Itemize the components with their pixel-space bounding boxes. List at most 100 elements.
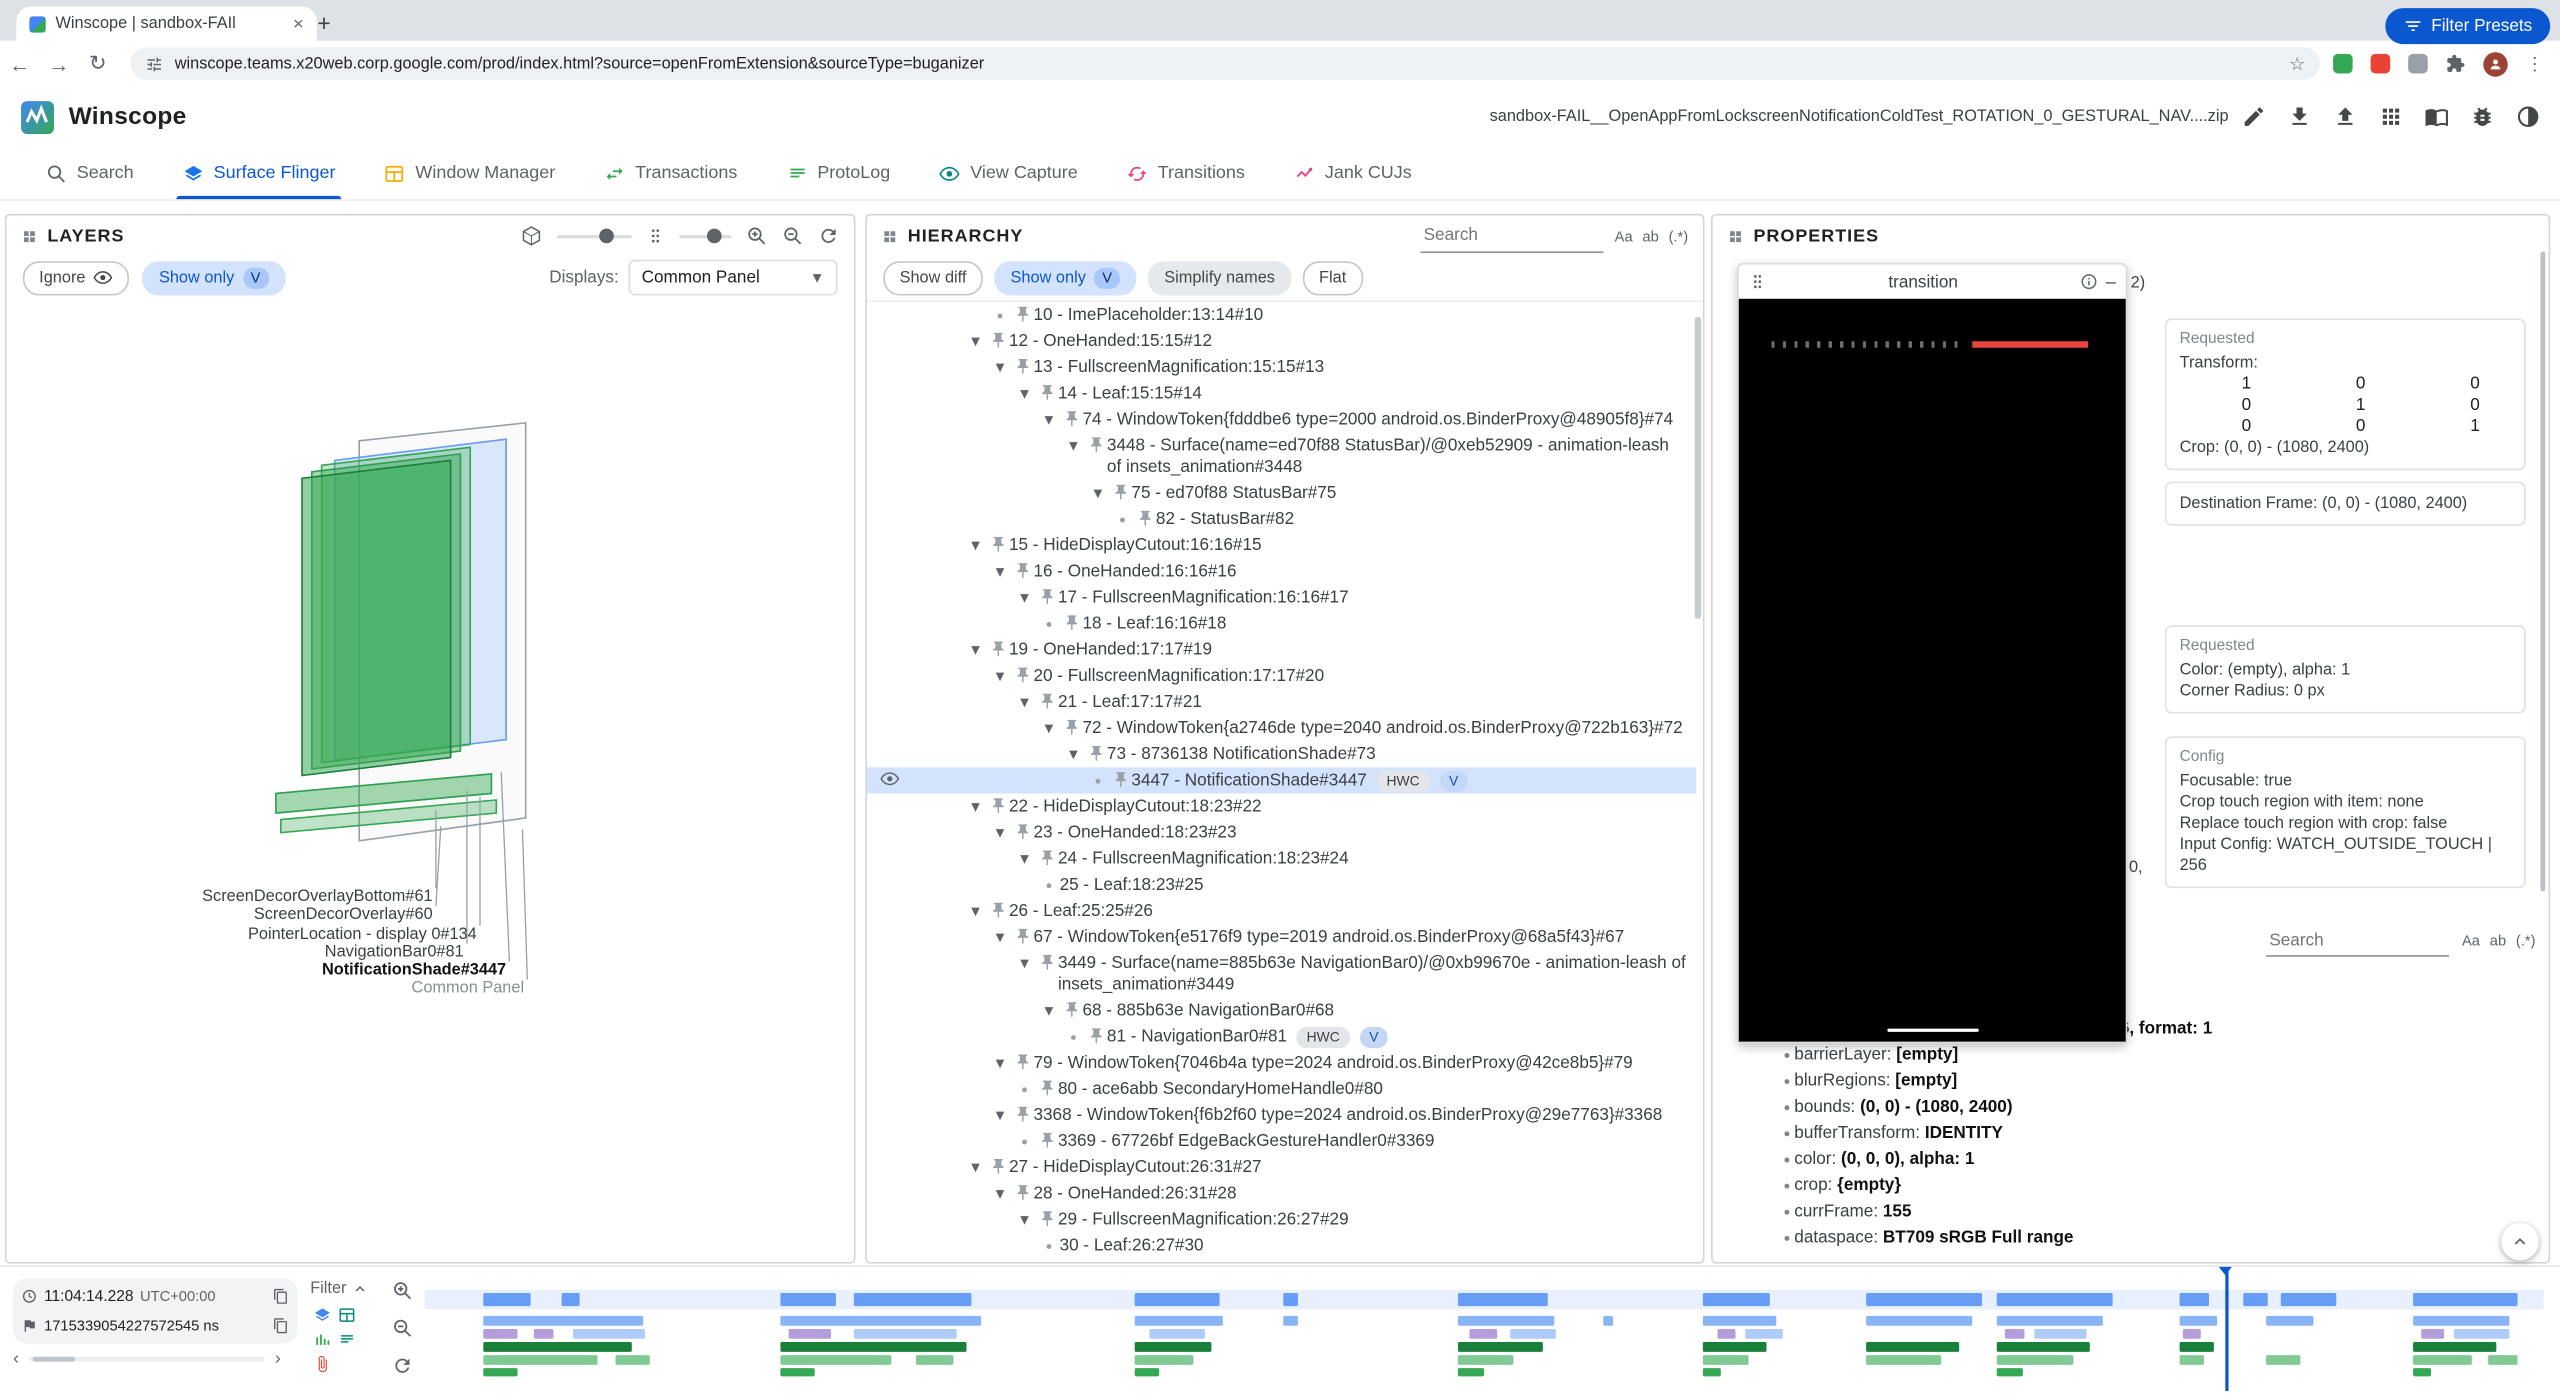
reload-icon[interactable]: ↻ [78, 51, 117, 77]
copy-icon[interactable] [273, 1289, 289, 1305]
pin-icon[interactable] [1060, 1000, 1083, 1018]
copy-icon[interactable] [273, 1318, 289, 1334]
pin-icon[interactable] [1011, 1183, 1034, 1201]
zoom-in-icon[interactable] [392, 1280, 413, 1301]
expand-arrow-icon[interactable]: ▼ [965, 535, 986, 556]
download-icon[interactable] [2287, 104, 2311, 128]
filter-presets-button[interactable]: Filter Presets [2386, 8, 2551, 44]
pin-icon[interactable] [1084, 435, 1107, 453]
match-word-icon[interactable]: ab [1642, 228, 1658, 244]
pin-icon[interactable] [1011, 927, 1034, 945]
new-tab-icon[interactable]: + [307, 7, 341, 41]
hierarchy-node[interactable]: ▼20 - FullscreenMagnification:17:17#20 [867, 663, 1696, 689]
layers-3d-view[interactable]: ScreenDecorOverlayBottom#61ScreenDecorOv… [7, 307, 854, 1262]
hierarchy-node[interactable]: 10 - ImePlaceholder:13:14#10 [867, 302, 1696, 328]
minimize-overlay-icon[interactable]: – [2106, 272, 2116, 292]
hierarchy-search-input[interactable] [1420, 220, 1603, 253]
pin-icon[interactable] [1011, 822, 1034, 840]
address-bar[interactable]: winscope.teams.x20web.corp.google.com/pr… [131, 47, 2320, 80]
hierarchy-node[interactable]: 18 - Leaf:16:16#18 [867, 611, 1696, 637]
filter-simplify-names[interactable]: Simplify names [1148, 261, 1291, 295]
expand-arrow-icon[interactable]: ▼ [1014, 953, 1035, 974]
curr-property-row[interactable]: currFrame: 155 [1713, 1198, 2549, 1224]
match-case-icon[interactable]: Aa [2462, 932, 2480, 948]
pin-icon[interactable] [1084, 744, 1107, 762]
pin-icon[interactable] [1011, 665, 1034, 683]
expand-arrow-icon[interactable]: ▼ [1014, 848, 1035, 869]
pin-icon[interactable] [986, 535, 1009, 553]
hierarchy-node[interactable]: 25 - Leaf:18:23#25 [867, 872, 1696, 898]
layer-label[interactable]: Common Panel [412, 980, 525, 998]
extension-green-icon[interactable] [2333, 54, 2353, 74]
panel-grid-icon[interactable] [882, 228, 898, 244]
expand-arrow-icon[interactable]: ▼ [989, 665, 1010, 686]
pin-icon[interactable] [1109, 770, 1132, 788]
apps-icon[interactable] [2379, 104, 2403, 128]
window-trace-icon[interactable] [338, 1306, 356, 1324]
expand-arrow-icon[interactable]: ▼ [965, 1157, 986, 1178]
hierarchy-node[interactable]: ▼24 - FullscreenMagnification:18:23#24 [867, 846, 1696, 872]
filter-show-diff[interactable]: Show diff [883, 261, 983, 295]
cube-3d-icon[interactable] [521, 225, 542, 246]
hierarchy-node[interactable]: ▼27 - HideDisplayCutout:26:31#27 [867, 1154, 1696, 1180]
pin-icon[interactable] [1035, 848, 1058, 866]
scroll-top-button[interactable] [2501, 1223, 2539, 1261]
layer-label[interactable]: NavigationBar0#81 [325, 944, 464, 962]
zoom-out-icon[interactable] [392, 1318, 413, 1339]
tab-close-icon[interactable]: × [293, 14, 304, 34]
bookmark-star-icon[interactable]: ☆ [2289, 53, 2305, 74]
spacing-slider[interactable] [679, 234, 731, 237]
pin-icon[interactable] [986, 900, 1009, 918]
hierarchy-node[interactable]: ▼19 - OneHanded:17:17#19 [867, 637, 1696, 663]
screen-recording-frame[interactable] [1739, 299, 2126, 1042]
hierarchy-node[interactable]: ▼3448 - Surface(name=ed70f88 StatusBar)/… [867, 433, 1696, 480]
pin-icon[interactable] [1035, 383, 1058, 401]
avatar[interactable] [2483, 51, 2507, 75]
expand-arrow-icon[interactable]: ▼ [1014, 383, 1035, 404]
hierarchy-node[interactable]: ▼23 - OneHanded:18:23#23 [867, 820, 1696, 846]
pin-icon[interactable] [1011, 1052, 1034, 1070]
chart-trace-icon[interactable] [313, 1331, 331, 1349]
ignore-toggle[interactable]: Ignore [23, 260, 130, 294]
hierarchy-node[interactable]: ▼16 - OneHanded:16:16#16 [867, 558, 1696, 584]
hierarchy-node[interactable]: ▼15 - HideDisplayCutout:16:16#15 [867, 532, 1696, 558]
expand-arrow-icon[interactable]: ▼ [1063, 435, 1084, 456]
url-text[interactable]: winscope.teams.x20web.corp.google.com/pr… [175, 55, 2278, 73]
curr-property-row[interactable]: bufferTransform: IDENTITY [1713, 1120, 2549, 1146]
pin-icon[interactable] [1133, 509, 1156, 527]
back-icon[interactable]: ← [0, 51, 39, 75]
pin-icon[interactable] [1035, 587, 1058, 605]
hierarchy-node[interactable]: ▼13 - FullscreenMagnification:15:15#13 [867, 354, 1696, 380]
expand-arrow-icon[interactable]: ▼ [1063, 744, 1084, 765]
expand-arrow-icon[interactable]: ▼ [965, 639, 986, 660]
hierarchy-node[interactable]: ▼22 - HideDisplayCutout:18:23#22 [867, 793, 1696, 819]
menu-kebab-icon[interactable]: ⋮ [2526, 53, 2544, 74]
timeline-filter-toggle[interactable]: Filter [310, 1280, 369, 1298]
expand-arrow-icon[interactable]: ▼ [1038, 1000, 1059, 1021]
curr-property-row[interactable]: color: (0, 0, 0), alpha: 1 [1713, 1146, 2549, 1172]
list-trace-icon[interactable] [338, 1331, 356, 1349]
curr-property-row[interactable]: dataspace: BT709 sRGB Full range [1713, 1224, 2549, 1250]
pin-icon[interactable] [986, 639, 1009, 657]
curr-property-row[interactable]: barrierLayer: [empty] [1713, 1042, 2549, 1068]
regex-icon[interactable]: (.*) [2516, 932, 2536, 948]
expand-arrow-icon[interactable]: ▼ [989, 927, 1010, 948]
chevron-left-icon[interactable]: ‹ [13, 1349, 19, 1369]
extension-gray-icon[interactable] [2408, 54, 2428, 74]
hierarchy-node[interactable]: 3369 - 67726bf EdgeBackGestureHandler0#3… [867, 1128, 1696, 1154]
pin-icon[interactable] [986, 331, 1009, 349]
expand-arrow-icon[interactable]: ▼ [1087, 482, 1108, 503]
hierarchy-node[interactable]: ▼79 - WindowToken{7046b4a type=2024 andr… [867, 1050, 1696, 1076]
rotation-slider[interactable] [557, 234, 632, 237]
curr-property-row[interactable]: bounds: (0, 0) - (1080, 2400) [1713, 1094, 2549, 1120]
contrast-icon[interactable] [2516, 104, 2540, 128]
pin-icon[interactable] [1011, 357, 1034, 375]
docs-icon[interactable] [2424, 104, 2448, 128]
edit-icon[interactable] [2242, 104, 2266, 128]
zoom-out-icon[interactable] [782, 225, 803, 246]
hierarchy-node[interactable]: ▼29 - FullscreenMagnification:26:27#29 [867, 1207, 1696, 1233]
tab-protolog[interactable]: ProtoLog [786, 147, 890, 199]
layer-label[interactable]: NotificationShade#3447 [322, 962, 506, 980]
regex-icon[interactable]: (.*) [1669, 228, 1689, 244]
hierarchy-node[interactable]: ▼67 - WindowToken{e5176f9 type=2019 andr… [867, 924, 1696, 950]
